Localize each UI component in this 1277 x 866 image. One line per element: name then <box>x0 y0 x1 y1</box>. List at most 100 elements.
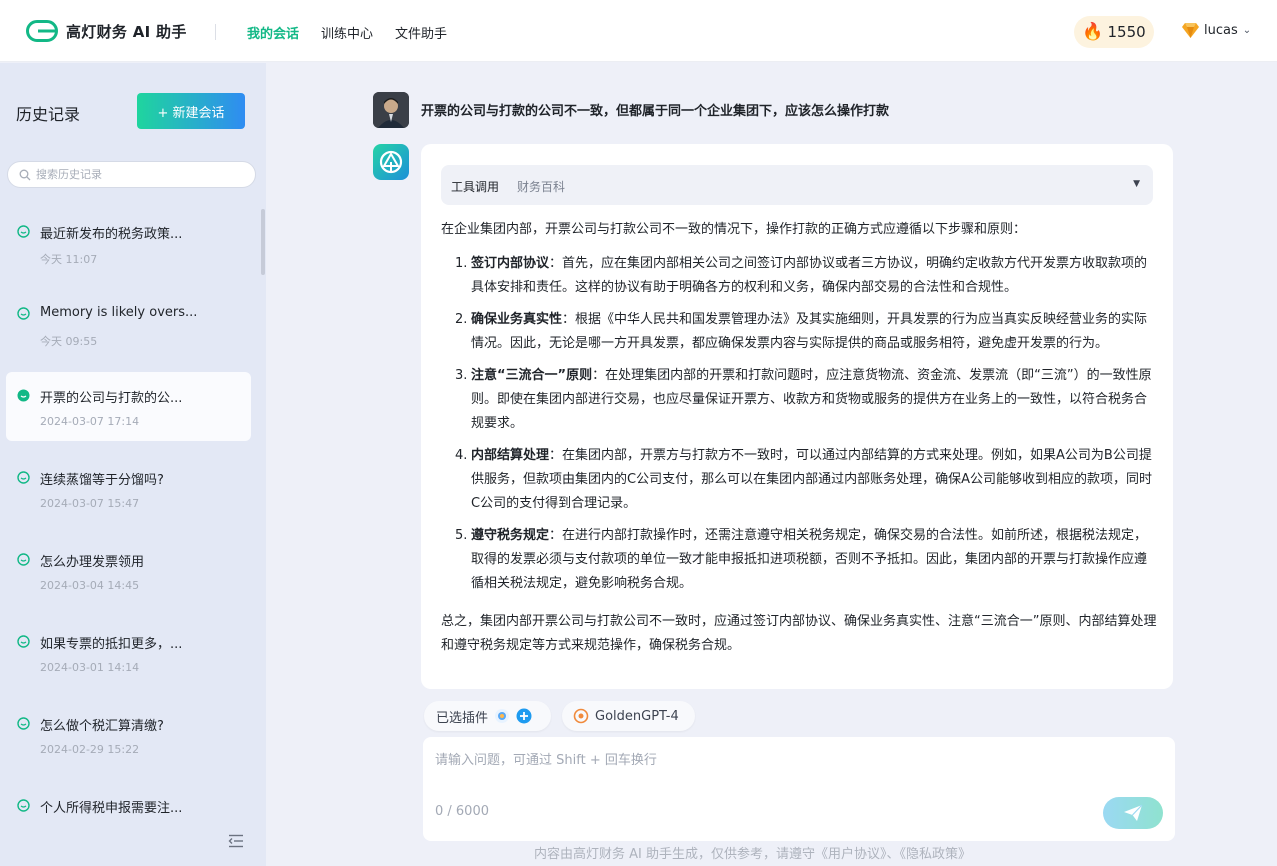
history-title: 历史记录 <box>16 105 81 124</box>
answer-body: 在企业集团内部，开票公司与打款公司不一致的情况下，操作打款的正确方式应遵循以下步… <box>441 218 1157 658</box>
list-number: 5. <box>455 528 468 543</box>
user-avatar <box>373 92 409 128</box>
history-item-title: 连续蒸馏等于分馏吗? <box>40 473 164 488</box>
model-label: GoldenGPT-4 <box>595 708 679 724</box>
list-item-text: ：在集团内部，开票方与打款方不一致时，可以通过内部结算的方式来处理。例如，如果A… <box>471 448 1152 511</box>
footer-disclaimer: 内容由高灯财务 AI 助手生成，仅供参考，请遵守《用户协议》、《隐私政策》 <box>534 847 971 862</box>
plugin-label: 已选插件 <box>436 710 489 726</box>
history-item-title: 怎么做个税汇算清缴? <box>40 719 164 734</box>
history-item[interactable]: 怎么做个税汇算清缴? 2024-02-29 15:22 <box>6 700 251 769</box>
answer-list-item: 5. 遵守税务规定：在进行内部打款操作时，还需注意遵守相关税务规定，确保交易的合法… <box>455 524 1157 596</box>
chat-bubble-icon <box>17 635 30 648</box>
plugin-icon <box>495 709 510 723</box>
model-icon <box>573 708 589 724</box>
tool-call-panel[interactable]: 工具调用 财务百科 ▼ <box>441 165 1153 205</box>
history-item-time: 2024-03-01 14:14 <box>40 661 140 674</box>
chat-bubble-icon <box>17 225 30 238</box>
user-question: 开票的公司与打款的公司不一致，但都属于同一个企业集团下，应该怎么操作打款 <box>421 104 890 119</box>
collapse-sidebar-icon[interactable] <box>228 834 244 848</box>
add-plugin-icon[interactable] <box>516 708 532 724</box>
list-item-heading: 注意“三流合一”原则 <box>471 368 593 383</box>
answer-list-item: 4. 内部结算处理：在集团内部，开票方与打款方不一致时，可以通过内部结算的方式来处… <box>455 444 1157 516</box>
list-number: 4. <box>455 448 468 463</box>
list-number: 3. <box>455 368 468 383</box>
history-item-title: Memory is likely overs... <box>40 305 198 320</box>
chat-input[interactable] <box>435 749 1155 793</box>
history-item[interactable]: Memory is likely overs... 今天 09:55 <box>6 290 251 359</box>
chat-bubble-icon <box>17 799 30 812</box>
list-item-heading: 内部结算处理 <box>471 448 550 463</box>
list-item-heading: 签订内部协议 <box>471 256 550 271</box>
bot-logo-icon <box>379 150 403 174</box>
answer-intro: 在企业集团内部，开票公司与打款公司不一致的情况下，操作打款的正确方式应遵循以下步… <box>441 222 1027 237</box>
answer-list-item: 2. 确保业务真实性：根据《中华人民共和国发票管理办法》及其实施细则，开具发票的行… <box>455 308 1157 356</box>
send-icon <box>1124 804 1143 821</box>
answer-list-item: 1. 签订内部协议：首先，应在集团内部相关公司之间签订内部协议或者三方协议，明确约… <box>455 252 1157 300</box>
history-scrollbar[interactable] <box>261 209 265 275</box>
top-header: 高灯财务 AI 助手 我的会话 训练中心 文件助手 🔥 1550 lucas ⌄ <box>0 0 1277 62</box>
send-button[interactable] <box>1103 797 1163 829</box>
bot-avatar <box>373 144 409 180</box>
user-avatar-image <box>373 92 409 128</box>
history-item-title: 个人所得税申报需要注... <box>40 801 183 816</box>
header-divider <box>215 24 216 40</box>
chevron-down-icon: ⌄ <box>1242 24 1252 36</box>
gem-icon <box>1182 23 1199 38</box>
list-item-text: ：在进行内部打款操作时，还需注意遵守相关税务规定，确保交易的合法性。如前所述，根… <box>471 528 1148 591</box>
list-item-heading: 遵守税务规定 <box>471 528 550 543</box>
history-item-time: 今天 11:07 <box>40 253 98 266</box>
main-nav: 我的会话 训练中心 文件助手 <box>247 23 447 42</box>
answer-card: 工具调用 财务百科 ▼ 在企业集团内部，开票公司与打款公司不一致的情况下，操作打… <box>421 144 1173 689</box>
points-badge[interactable]: 🔥 1550 <box>1074 16 1154 48</box>
history-item-title: 怎么办理发票领用 <box>40 555 145 570</box>
history-item[interactable]: 最近新发布的税务政策... 今天 11:07 <box>6 208 251 277</box>
plugin-selector[interactable]: 已选插件 <box>424 701 551 731</box>
list-number: 1. <box>455 256 468 271</box>
search-box <box>7 161 256 188</box>
user-name: lucas <box>1204 22 1238 38</box>
history-item-active[interactable]: 开票的公司与打款的公... 2024-03-07 17:14 <box>6 372 251 441</box>
list-item-heading: 确保业务真实性 <box>471 312 563 327</box>
history-item-time: 2024-02-29 15:22 <box>40 743 140 756</box>
chat-bubble-icon <box>17 471 30 484</box>
history-item-title: 如果专票的抵扣更多，... <box>40 637 183 652</box>
fire-icon: 🔥 <box>1082 21 1104 42</box>
model-selector[interactable]: GoldenGPT-4 <box>562 701 695 731</box>
chat-input-box: 0 / 6000 <box>423 737 1175 841</box>
answer-list-item: 3. 注意“三流合一”原则：在处理集团内部的开票和打款问题时，应注意货物流、资金流… <box>455 364 1157 436</box>
history-item-time: 2024-03-07 17:14 <box>40 415 140 428</box>
history-item-time: 2024-03-07 15:47 <box>40 497 140 510</box>
history-item-title: 开票的公司与打款的公... <box>40 391 183 406</box>
chat-bubble-icon <box>17 553 30 566</box>
answer-summary: 总之，集团内部开票公司与打款公司不一致时，应通过签订内部协议、确保业务真实性、注… <box>441 614 1157 653</box>
history-item[interactable]: 怎么办理发票领用 2024-03-04 14:45 <box>6 536 251 605</box>
chat-bubble-filled-icon <box>17 389 30 402</box>
caret-down-icon[interactable]: ▼ <box>1133 179 1140 189</box>
search-icon <box>19 169 31 180</box>
history-item[interactable]: 连续蒸馏等于分馏吗? 2024-03-07 15:47 <box>6 454 251 523</box>
char-count: 0 / 6000 <box>435 804 489 819</box>
new-chat-button[interactable]: + 新建会话 <box>137 93 245 129</box>
chat-bubble-icon <box>17 307 30 320</box>
history-item[interactable]: 个人所得税申报需要注... <box>6 782 251 830</box>
history-item-time: 今天 09:55 <box>40 335 98 348</box>
logo-icon <box>26 20 58 42</box>
list-item-text: ：根据《中华人民共和国发票管理办法》及其实施细则，开具发票的行为应当真实反映经营… <box>471 312 1148 351</box>
history-item-time: 2024-03-04 14:45 <box>40 579 140 592</box>
history-item-title: 最近新发布的税务政策... <box>40 227 183 242</box>
app-logo[interactable]: 高灯财务 AI 助手 <box>26 20 187 42</box>
nav-file-assistant[interactable]: 文件助手 <box>395 23 447 42</box>
answer-list: 1. 签订内部协议：首先，应在集团内部相关公司之间签订内部协议或者三方协议，明确约… <box>441 252 1157 596</box>
user-menu[interactable]: lucas ⌄ <box>1182 22 1251 38</box>
app-name: 高灯财务 AI 助手 <box>66 22 187 41</box>
history-sidebar: 历史记录 + 新建会话 最近新发布的税务政策... 今天 11:07 Memor… <box>0 63 266 866</box>
nav-training-center[interactable]: 训练中心 <box>321 23 373 42</box>
tool-call-label: 工具调用 <box>451 180 500 194</box>
nav-my-chats[interactable]: 我的会话 <box>247 23 299 42</box>
history-item[interactable]: 如果专票的抵扣更多，... 2024-03-01 14:14 <box>6 618 251 687</box>
search-input[interactable] <box>36 168 236 181</box>
tool-call-value: 财务百科 <box>517 180 566 194</box>
points-value: 1550 <box>1107 23 1146 41</box>
chat-bubble-icon <box>17 717 30 730</box>
list-number: 2. <box>455 312 468 327</box>
